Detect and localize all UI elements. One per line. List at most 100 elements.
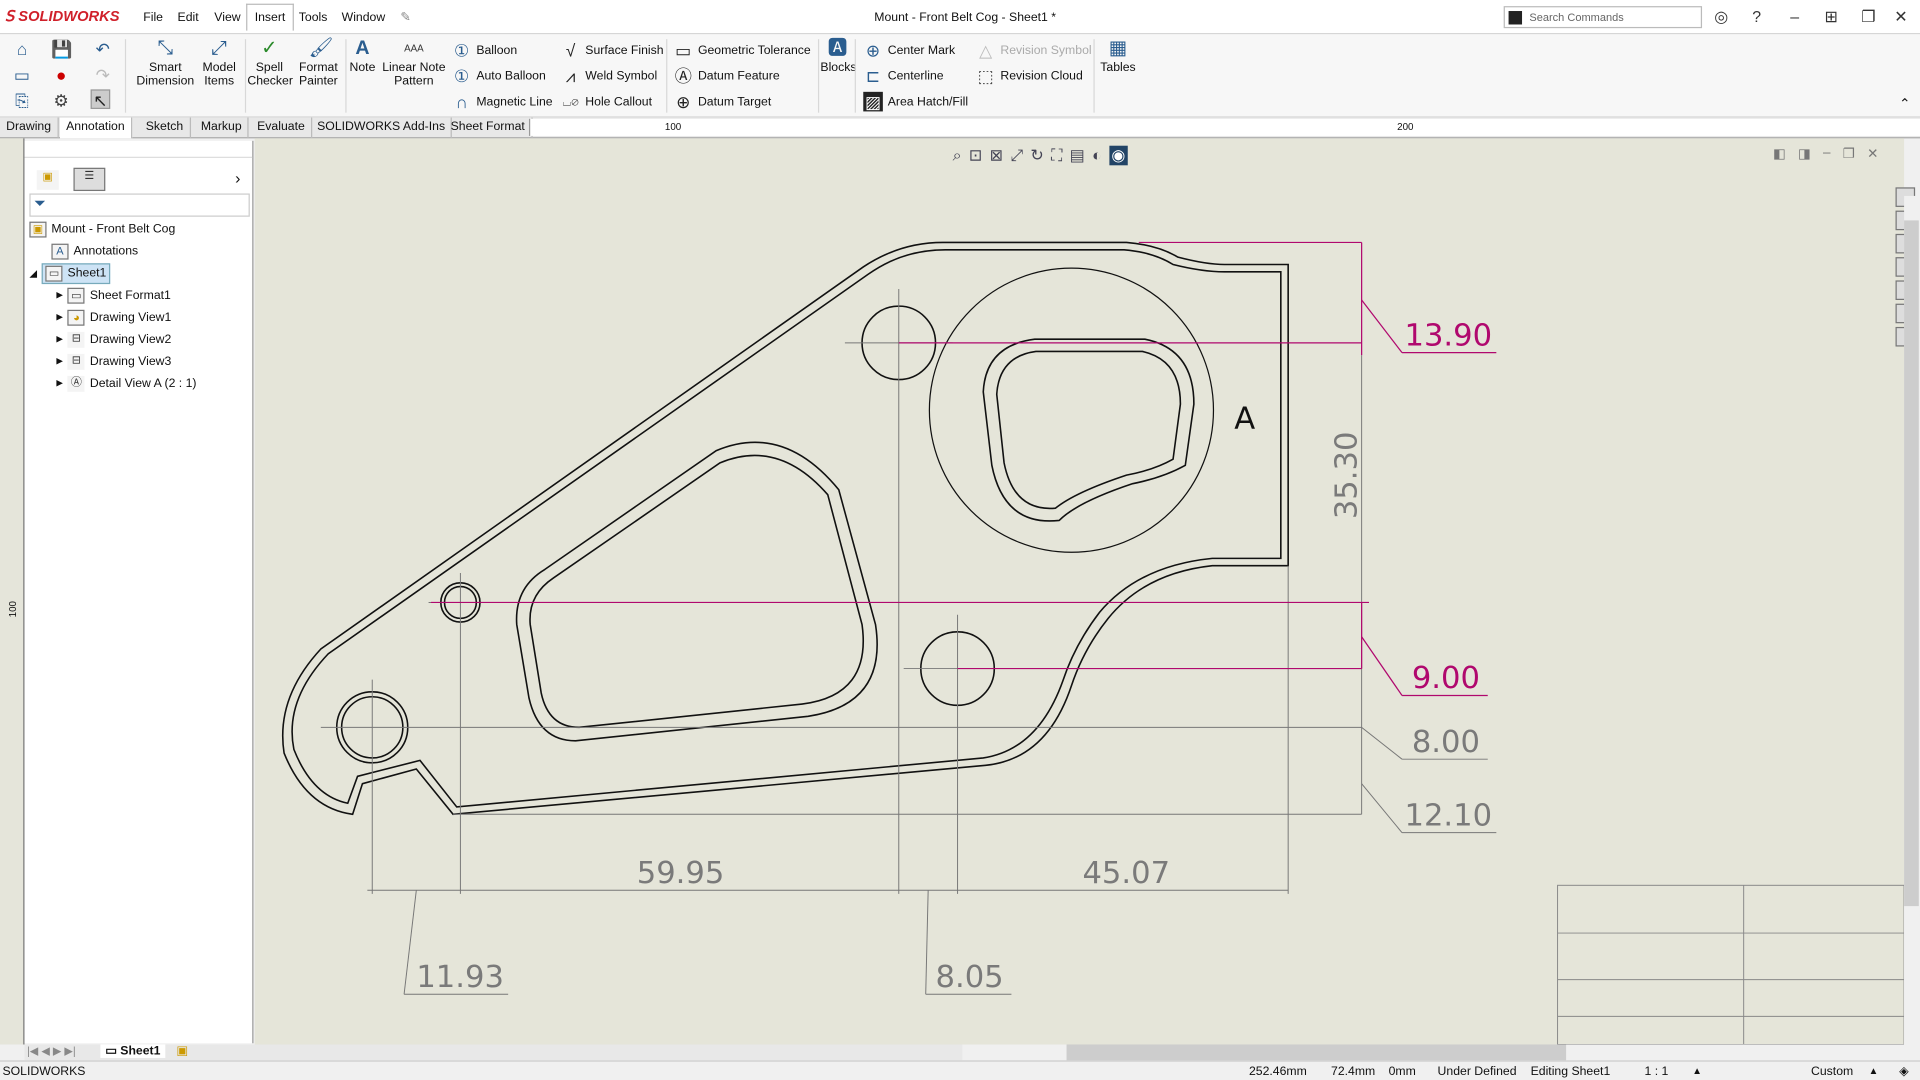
menu-insert[interactable]: Insert (246, 3, 294, 31)
tab-evaluate[interactable]: Evaluate (251, 117, 313, 139)
menu-window[interactable]: Window (342, 11, 386, 24)
tab-sheet-format[interactable]: Sheet Format (444, 117, 533, 139)
drawing-view-icon: ◕ (67, 309, 85, 326)
tree-item-drawing-view2[interactable]: ▶ ⊟ Drawing View2 (56, 328, 171, 350)
model-items-icon: ⤢ (211, 37, 228, 59)
dimension-8-00[interactable]: 8.00 (1412, 725, 1480, 760)
menu-edit[interactable]: Edit (178, 11, 199, 24)
horizontal-scrollbar[interactable] (962, 1044, 1906, 1061)
new-icon[interactable]: ▭ (12, 65, 32, 85)
menu-view[interactable]: View (214, 11, 240, 24)
help-icon[interactable]: ? (1752, 7, 1761, 25)
minimize-icon[interactable]: – (1790, 7, 1799, 25)
model-items-button[interactable]: ⤢ Model Items (198, 37, 240, 89)
expand-arrow-icon[interactable]: ▶ (56, 290, 63, 300)
tree-root[interactable]: ▣ Mount - Front Belt Cog (29, 218, 175, 240)
rebuild-icon[interactable]: ● (51, 65, 71, 85)
expand-panel-icon[interactable]: › (235, 169, 240, 187)
undo-icon[interactable]: ↶ (93, 39, 113, 59)
spell-checker-button[interactable]: ✓ Spell Checker (247, 37, 293, 89)
center-mark-button[interactable]: ⊕ Center Mark (863, 40, 968, 60)
tab-markup[interactable]: Markup (195, 117, 250, 139)
feature-manager-tab-icon[interactable]: ▣ (36, 170, 59, 190)
annotations-folder-icon: A (51, 243, 69, 259)
property-manager-tab-icon[interactable]: ☰ (73, 167, 106, 192)
format-painter-button[interactable]: 🖌 Format Painter (296, 37, 340, 89)
note-button[interactable]: A Note (348, 37, 377, 75)
dimension-13-90[interactable]: 13.90 (1404, 318, 1492, 353)
blocks-button[interactable]: 🅰 Blocks (820, 37, 856, 75)
select-pointer-icon[interactable]: ↖ (90, 89, 111, 110)
tree-item-detail-view-a[interactable]: ▶ Ⓐ Detail View A (2 : 1) (56, 372, 197, 394)
tree-item-sheet-format1[interactable]: ▶ ▭ Sheet Format1 (56, 284, 171, 306)
tab-sketch[interactable]: Sketch (140, 117, 191, 139)
tree-item-drawing-view3[interactable]: ▶ ⊟ Drawing View3 (56, 350, 171, 372)
area-hatch-fill-button[interactable]: ▨ Area Hatch/Fill (863, 91, 968, 112)
drawing-sheet: A 13.90 35.30 9.00 8.00 12.10 59.95 45.0… (281, 241, 1905, 1045)
tab-solidworks-add-ins[interactable]: SOLIDWORKS Add-Ins (311, 117, 453, 139)
dimension-12-10[interactable]: 12.10 (1404, 798, 1492, 833)
auto-balloon-button[interactable]: ① Auto Balloon (452, 66, 553, 86)
menu-file[interactable]: File (143, 11, 163, 24)
units-menu-arrow-icon[interactable]: ▲ (1869, 1065, 1879, 1076)
menu-tools[interactable]: Tools (299, 11, 328, 24)
revision-symbol-button[interactable]: △ Revision Symbol (976, 40, 1092, 60)
expand-arrow-icon[interactable]: ▶ (56, 378, 63, 389)
revision-cloud-icon: ⬚ (977, 66, 994, 86)
solidworks-logo[interactable]: ꓢ SOLIDWORKS (5, 7, 120, 24)
account-icon[interactable]: ◎ (1714, 7, 1728, 27)
balloon-button[interactable]: ① Balloon (452, 40, 553, 60)
collapse-ribbon-icon[interactable]: ⌃ (1899, 96, 1910, 112)
collapse-arrow-icon[interactable]: ◢ (29, 268, 37, 279)
restore-icon[interactable]: ❐ (1861, 7, 1875, 27)
dimension-59-95[interactable]: 59.95 (637, 856, 725, 891)
surface-finish-button[interactable]: √ Surface Finish (561, 40, 664, 60)
scale-menu-arrow-icon[interactable]: ▲ (1692, 1065, 1702, 1076)
centerline-button[interactable]: ⊏ Centerline (863, 66, 968, 86)
hole-callout-button[interactable]: ⌴⌀ Hole Callout (561, 92, 664, 112)
revision-cloud-button[interactable]: ⬚ Revision Cloud (976, 66, 1092, 86)
home-icon[interactable]: ⌂ (12, 39, 32, 59)
search-commands-input[interactable]: Search Commands (1503, 6, 1703, 29)
weld-symbol-button[interactable]: ⩘ Weld Symbol (561, 66, 664, 86)
dimension-45-07[interactable]: 45.07 (1082, 856, 1170, 891)
tree-item-sheet1[interactable]: ◢ ▭ Sheet1 (29, 262, 111, 284)
sheet-nav-arrows[interactable]: |◀ ◀ ▶ ▶| (27, 1044, 76, 1057)
datum-feature-button[interactable]: Ⓐ Datum Feature (673, 66, 810, 86)
dimension-8-05[interactable]: 8.05 (936, 960, 1004, 995)
tree-item-annotations[interactable]: A Annotations (51, 240, 138, 262)
options-gear-icon[interactable]: ⚙ (51, 91, 71, 111)
geometric-tolerance-button[interactable]: ▭ Geometric Tolerance (673, 40, 811, 60)
expand-arrow-icon[interactable]: ▶ (56, 334, 63, 345)
datum-target-button[interactable]: ⊕ Datum Target (673, 92, 810, 112)
dimension-35-30[interactable]: 35.30 (1330, 432, 1365, 520)
drawing-canvas[interactable]: ⌕ ⊡ ⊠ ⤢ ↻ ⛶ ▤ ◐ ◉ ◧ ◨ – ❐ ✕ A 13.90 35.30 9.00 8.00 … (254, 138, 1905, 1045)
linear-note-pattern-button[interactable]: AAA Linear Note Pattern (382, 37, 446, 88)
smart-dimension-icon: ⤡ (157, 37, 174, 59)
open-icon[interactable]: ⎘ (12, 91, 32, 111)
pin-icon[interactable]: ✎ (400, 11, 410, 24)
quick-tips-icon[interactable]: ◈ (1899, 1065, 1908, 1078)
redo-icon[interactable]: ↷ (93, 65, 113, 85)
tree-filter-input[interactable]: ⏷ (29, 193, 250, 217)
tables-button[interactable]: ▦ Tables (1098, 37, 1137, 75)
expand-arrow-icon[interactable]: ▶ (56, 312, 63, 322)
tab-drawing[interactable]: Drawing (0, 117, 59, 139)
vertical-scrollbar[interactable] (1904, 195, 1919, 1045)
save-icon[interactable]: 💾 (51, 39, 72, 59)
panel-splitter[interactable] (24, 141, 253, 158)
add-sheet-icon[interactable]: ▣ (176, 1044, 188, 1057)
tile-icon[interactable]: ⊞ (1824, 7, 1837, 27)
sheet-icon: ▭ (45, 265, 63, 282)
dimension-9-00[interactable]: 9.00 (1412, 661, 1480, 696)
magnetic-line-button[interactable]: ∩ Magnetic Line (452, 92, 552, 112)
sheet-tab-sheet1[interactable]: ▭ Sheet1 (100, 1044, 166, 1058)
tree-item-drawing-view1[interactable]: ▶ ◕ Drawing View1 (56, 306, 171, 328)
close-icon[interactable]: ✕ (1894, 7, 1907, 27)
smart-dimension-button[interactable]: ⤡ Smart Dimension (135, 37, 196, 89)
unit-system[interactable]: Custom (1811, 1065, 1853, 1078)
tab-annotation[interactable]: Annotation (60, 117, 133, 139)
sheet-scale[interactable]: 1 : 1 (1644, 1065, 1668, 1078)
dimension-11-93[interactable]: 11.93 (416, 960, 504, 995)
expand-arrow-icon[interactable]: ▶ (56, 356, 63, 367)
